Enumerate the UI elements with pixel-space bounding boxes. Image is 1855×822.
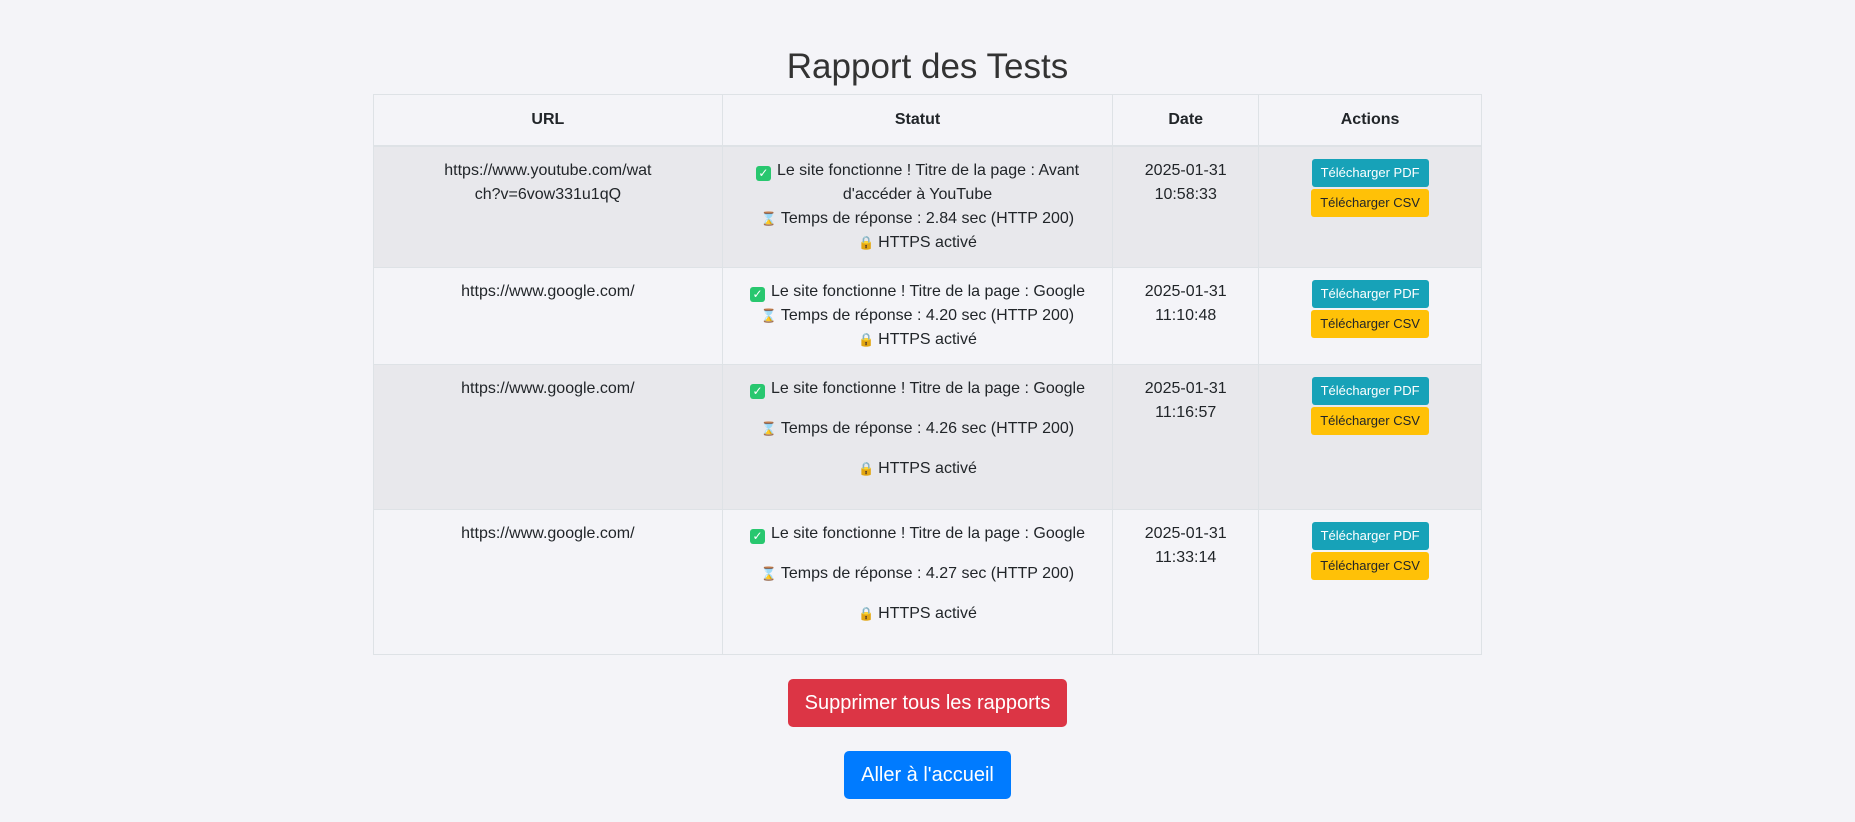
report-url: https://www.youtube.com/watch?v=6vow331u… xyxy=(444,162,652,203)
https-text: HTTPS activé xyxy=(878,331,977,348)
status-ok-text: Le site fonctionne ! Titre de la page : … xyxy=(771,525,1085,542)
response-time-line: ⌛ Temps de réponse : 4.27 sec (HTTP 200) xyxy=(735,562,1101,586)
download-pdf-button[interactable]: Télécharger PDF xyxy=(1311,522,1429,550)
https-line: 🔒 HTTPS activé xyxy=(735,328,1101,352)
download-csv-button[interactable]: Télécharger CSV xyxy=(1311,552,1429,580)
actions-cell: Télécharger PDF Télécharger CSV xyxy=(1258,267,1482,365)
column-header-actions: Actions xyxy=(1258,94,1482,147)
status-ok-line: ✓ Le site fonctionne ! Titre de la page :… xyxy=(735,377,1101,401)
column-header-status: Statut xyxy=(721,94,1114,147)
hourglass-icon: ⌛ xyxy=(760,308,778,323)
report-time: 11:33:14 xyxy=(1155,549,1217,566)
lock-icon: 🔒 xyxy=(858,332,875,347)
lock-icon: 🔒 xyxy=(858,461,875,476)
response-time-text: Temps de réponse : 4.26 sec (HTTP 200) xyxy=(780,420,1075,437)
check-box-icon: ✓ xyxy=(750,384,766,399)
https-line: 🔒 HTTPS activé xyxy=(735,602,1101,626)
check-box-icon: ✓ xyxy=(750,529,766,544)
status-cell: ✓ Le site fonctionne ! Titre de la page :… xyxy=(721,364,1114,510)
delete-all-reports-button[interactable]: Supprimer tous les rapports xyxy=(787,679,1068,727)
actions-cell: Télécharger PDF Télécharger CSV xyxy=(1258,145,1482,268)
download-csv-button[interactable]: Télécharger CSV xyxy=(1311,407,1429,435)
date-cell: 2025-01-31 10:58:33 xyxy=(1112,145,1260,268)
url-cell: https://www.google.com/ xyxy=(373,267,723,365)
https-line: 🔒 HTTPS activé xyxy=(735,457,1101,481)
status-ok-text: Le site fonctionne ! Titre de la page : … xyxy=(771,380,1085,397)
actions-cell: Télécharger PDF Télécharger CSV xyxy=(1258,509,1482,655)
report-date: 2025-01-31 xyxy=(1144,162,1227,179)
check-box-icon: ✓ xyxy=(750,287,766,302)
https-text: HTTPS activé xyxy=(878,460,977,477)
url-cell: https://www.google.com/ xyxy=(373,364,723,510)
date-cell: 2025-01-31 11:10:48 xyxy=(1112,267,1260,365)
table-header-row: URL Statut Date Actions xyxy=(373,94,1482,147)
https-line: 🔒 HTTPS activé xyxy=(735,231,1101,255)
hourglass-icon: ⌛ xyxy=(760,421,778,436)
download-csv-button[interactable]: Télécharger CSV xyxy=(1311,189,1429,217)
status-ok-line: ✓ Le site fonctionne ! Titre de la page :… xyxy=(735,280,1101,304)
report-date: 2025-01-31 xyxy=(1144,525,1227,542)
https-text: HTTPS activé xyxy=(878,605,977,622)
report-time: 10:58:33 xyxy=(1154,186,1217,203)
download-pdf-button[interactable]: Télécharger PDF xyxy=(1311,159,1429,187)
table-row: https://www.google.com/ ✓ Le site fonctio… xyxy=(373,364,1482,510)
report-date: 2025-01-31 xyxy=(1144,283,1227,300)
status-ok-text: Le site fonctionne ! Titre de la page : … xyxy=(771,283,1085,300)
status-ok-text: Le site fonctionne ! Titre de la page : … xyxy=(776,162,1080,203)
download-pdf-button[interactable]: Télécharger PDF xyxy=(1311,377,1429,405)
url-cell: https://www.youtube.com/watch?v=6vow331u… xyxy=(373,145,723,268)
status-cell: ✓ Le site fonctionne ! Titre de la page :… xyxy=(721,145,1114,268)
column-header-url: URL xyxy=(373,94,723,147)
column-header-date: Date xyxy=(1112,94,1260,147)
download-pdf-button[interactable]: Télécharger PDF xyxy=(1311,280,1429,308)
url-cell: https://www.google.com/ xyxy=(373,509,723,655)
status-cell: ✓ Le site fonctionne ! Titre de la page :… xyxy=(721,509,1114,655)
report-time: 11:10:48 xyxy=(1155,307,1217,324)
table-row: https://www.google.com/ ✓ Le site fonctio… xyxy=(373,267,1482,365)
response-time-text: Temps de réponse : 2.84 sec (HTTP 200) xyxy=(780,210,1075,227)
report-url: https://www.google.com/ xyxy=(461,283,635,300)
date-cell: 2025-01-31 11:33:14 xyxy=(1112,509,1260,655)
report-url: https://www.google.com/ xyxy=(461,380,635,397)
lock-icon: 🔒 xyxy=(858,606,875,621)
https-text: HTTPS activé xyxy=(878,234,977,251)
report-time: 11:16:57 xyxy=(1155,404,1217,421)
hourglass-icon: ⌛ xyxy=(760,566,778,581)
report-table: URL Statut Date Actions https://www.yout… xyxy=(373,94,1482,655)
lock-icon: 🔒 xyxy=(858,235,875,250)
table-row: https://www.google.com/ ✓ Le site fonctio… xyxy=(373,509,1482,655)
status-cell: ✓ Le site fonctionne ! Titre de la page :… xyxy=(721,267,1114,365)
actions-cell: Télécharger PDF Télécharger CSV xyxy=(1258,364,1482,510)
footer-actions: Supprimer tous les rapports Aller à l'ac… xyxy=(0,679,1855,799)
date-cell: 2025-01-31 11:16:57 xyxy=(1112,364,1260,510)
report-url: https://www.google.com/ xyxy=(461,525,635,542)
go-home-button[interactable]: Aller à l'accueil xyxy=(844,751,1011,799)
status-ok-line: ✓ Le site fonctionne ! Titre de la page :… xyxy=(735,522,1101,546)
hourglass-icon: ⌛ xyxy=(760,211,778,226)
response-time-text: Temps de réponse : 4.20 sec (HTTP 200) xyxy=(780,307,1075,324)
response-time-text: Temps de réponse : 4.27 sec (HTTP 200) xyxy=(780,565,1075,582)
table-row: https://www.youtube.com/watch?v=6vow331u… xyxy=(373,145,1482,268)
check-box-icon: ✓ xyxy=(755,166,771,181)
response-time-line: ⌛ Temps de réponse : 2.84 sec (HTTP 200) xyxy=(735,207,1101,231)
page-title: Rapport des Tests xyxy=(786,47,1069,86)
download-csv-button[interactable]: Télécharger CSV xyxy=(1311,310,1429,338)
response-time-line: ⌛ Temps de réponse : 4.20 sec (HTTP 200) xyxy=(735,304,1101,328)
response-time-line: ⌛ Temps de réponse : 4.26 sec (HTTP 200) xyxy=(735,417,1101,441)
status-ok-line: ✓ Le site fonctionne ! Titre de la page :… xyxy=(735,159,1101,207)
report-date: 2025-01-31 xyxy=(1144,380,1227,397)
